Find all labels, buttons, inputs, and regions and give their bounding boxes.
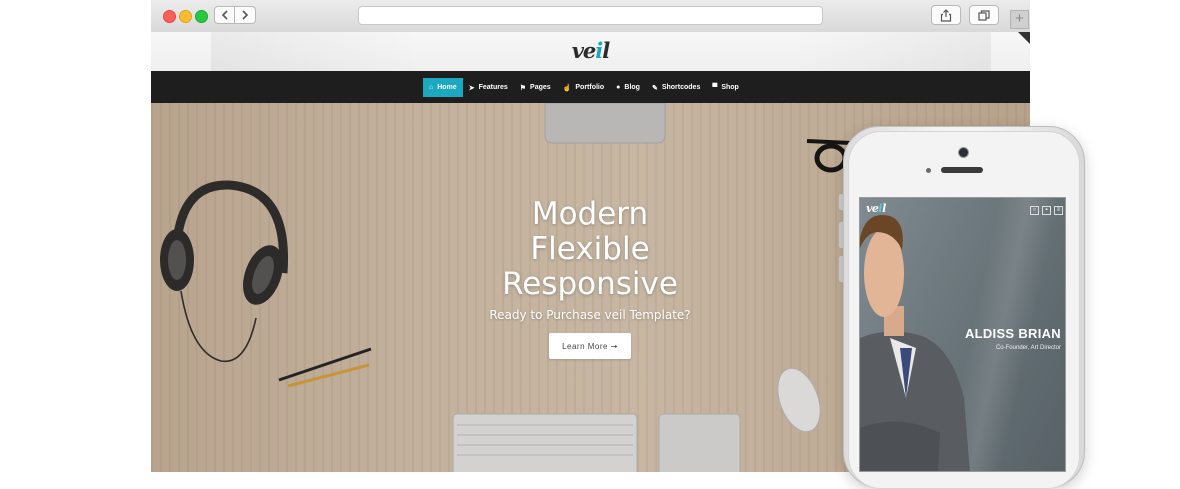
back-button[interactable]	[214, 6, 235, 24]
nav-item-features[interactable]: ➤ Features	[463, 78, 514, 97]
wrench-icon: ✎	[651, 84, 658, 92]
rocket-icon: ➤	[468, 84, 475, 92]
corner-ribbon	[1018, 32, 1030, 44]
nav-item-blog[interactable]: ● Blog	[610, 78, 646, 97]
minimize-window-button[interactable]	[179, 10, 192, 23]
hero-title-line-3: Responsive	[502, 266, 678, 302]
search-icon[interactable]: ○	[1030, 206, 1039, 215]
site-header: veil	[151, 32, 1030, 71]
chevron-left-icon	[221, 10, 228, 20]
team-member-name: ALDISS BRIAN	[964, 326, 1061, 341]
site-logo[interactable]: veil	[151, 38, 1030, 63]
hero-subtitle: Ready to Purchase veil Template?	[489, 308, 691, 322]
forward-button[interactable]	[235, 6, 256, 24]
comments-icon: ●	[616, 84, 621, 91]
learn-more-button[interactable]: Learn More ➞	[549, 333, 631, 359]
flag-icon: ⚑	[519, 84, 527, 92]
nav-item-shortcodes[interactable]: ✎ Shortcodes	[646, 78, 706, 97]
main-navigation: ⌂ Home ➤ Features ⚑ Pages ☝ Portfolio ● Blog …	[151, 71, 1030, 103]
chevron-right-icon	[242, 10, 249, 20]
mobile-logo[interactable]: veil	[866, 202, 886, 215]
hero-title-line-2: Flexible	[530, 231, 650, 267]
thumbs-up-icon: ☝	[562, 84, 572, 92]
menu-icon[interactable]: ≡	[1054, 206, 1063, 215]
team-member-role: Co-Founder, Art Director	[995, 345, 1061, 351]
nav-item-portfolio[interactable]: ☝ Portfolio	[557, 78, 611, 97]
mobile-screen: veil ○ ▪ ≡ ALDISS BRIAN Co-Founder, Art …	[859, 197, 1066, 472]
phone-camera	[958, 147, 969, 158]
close-window-button[interactable]	[163, 10, 176, 23]
hero-title-line-1: Modern	[531, 196, 649, 232]
share-icon	[940, 8, 952, 22]
new-tab-button[interactable]: +	[1010, 10, 1029, 29]
phone-sensor	[926, 168, 931, 173]
phone-speaker	[941, 167, 983, 173]
share-button[interactable]	[931, 5, 961, 25]
nav-item-shop[interactable]: ▀ Shop	[706, 78, 744, 97]
cart-icon: ▀	[712, 84, 718, 91]
home-icon: ⌂	[429, 84, 434, 91]
nav-item-pages[interactable]: ⚑ Pages	[514, 78, 557, 97]
address-bar[interactable]	[358, 6, 823, 25]
nav-item-home[interactable]: ⌂ Home	[423, 78, 463, 97]
zoom-window-button[interactable]	[195, 10, 208, 23]
cart-icon[interactable]: ▪	[1042, 206, 1051, 215]
tabs-icon	[978, 9, 990, 21]
browser-toolbar	[151, 0, 1030, 33]
show-tabs-button[interactable]	[969, 5, 999, 25]
